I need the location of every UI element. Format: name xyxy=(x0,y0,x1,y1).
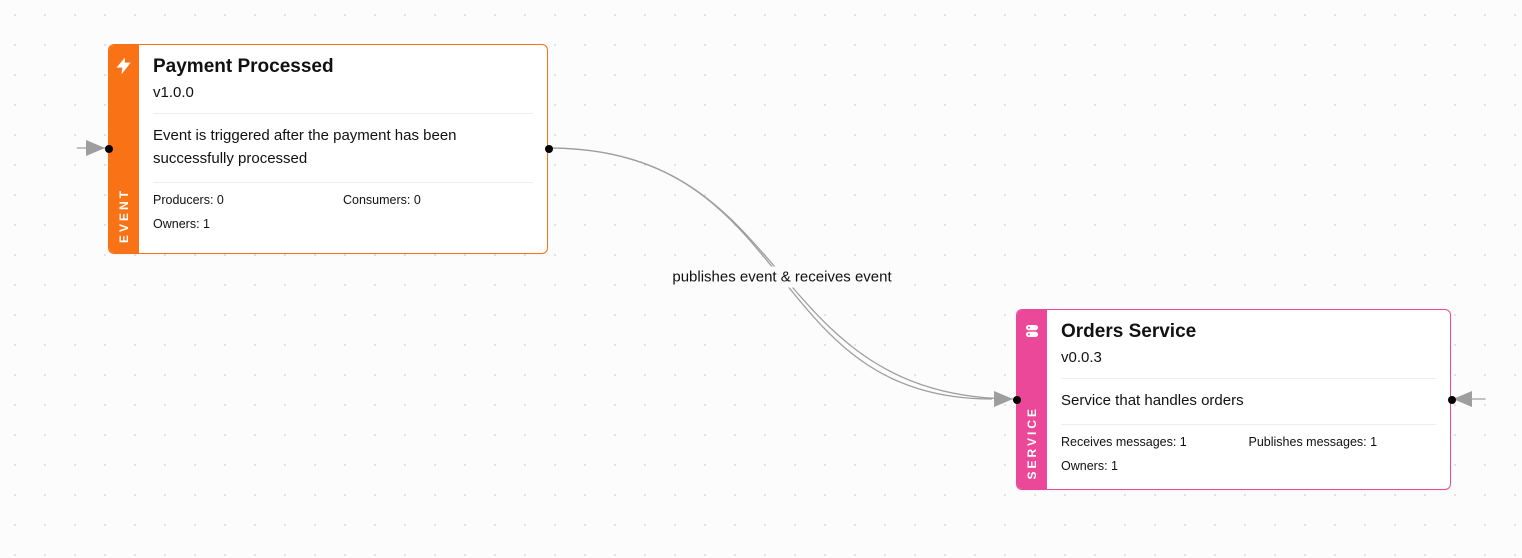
server-icon xyxy=(1021,320,1043,342)
service-right-port[interactable] xyxy=(1448,396,1456,404)
service-owners: Owners: 1 xyxy=(1061,459,1436,473)
service-sidebar: SERVICE xyxy=(1017,310,1047,489)
event-description: Event is triggered after the payment has… xyxy=(153,113,533,171)
event-consumers: Consumers: 0 xyxy=(343,193,533,217)
service-version: v0.0.3 xyxy=(1061,349,1436,366)
event-right-port[interactable] xyxy=(545,145,553,153)
arrow-into-service xyxy=(994,391,1013,407)
service-title: Orders Service xyxy=(1061,320,1436,345)
service-publishes: Publishes messages: 1 xyxy=(1249,435,1437,459)
event-stats: Producers: 0 Consumers: 0 Owners: 1 xyxy=(153,182,533,231)
event-sidebar: EVENT xyxy=(109,45,139,253)
event-version: v1.0.0 xyxy=(153,84,533,101)
service-node[interactable]: SERVICE Orders Service v0.0.3 Service th… xyxy=(1016,309,1451,490)
service-stats: Receives messages: 1 Publishes messages:… xyxy=(1061,424,1436,473)
lightning-icon xyxy=(113,55,135,77)
event-left-port[interactable] xyxy=(105,145,113,153)
event-owners: Owners: 1 xyxy=(153,217,533,231)
service-sidebar-label: SERVICE xyxy=(1025,406,1039,479)
service-receives: Receives messages: 1 xyxy=(1061,435,1249,459)
edge-label: publishes event & receives event xyxy=(666,267,897,288)
arrow-into-event xyxy=(86,140,105,156)
diagram-canvas[interactable]: publishes event & receives event EVENT P… xyxy=(0,0,1522,558)
event-content: Payment Processed v1.0.0 Event is trigge… xyxy=(139,45,547,253)
event-title: Payment Processed xyxy=(153,55,533,80)
service-content: Orders Service v0.0.3 Service that handl… xyxy=(1047,310,1450,489)
service-left-port[interactable] xyxy=(1013,396,1021,404)
event-node[interactable]: EVENT Payment Processed v1.0.0 Event is … xyxy=(108,44,548,254)
event-producers: Producers: 0 xyxy=(153,193,343,217)
service-description: Service that handles orders xyxy=(1061,378,1436,412)
event-sidebar-label: EVENT xyxy=(117,188,131,243)
